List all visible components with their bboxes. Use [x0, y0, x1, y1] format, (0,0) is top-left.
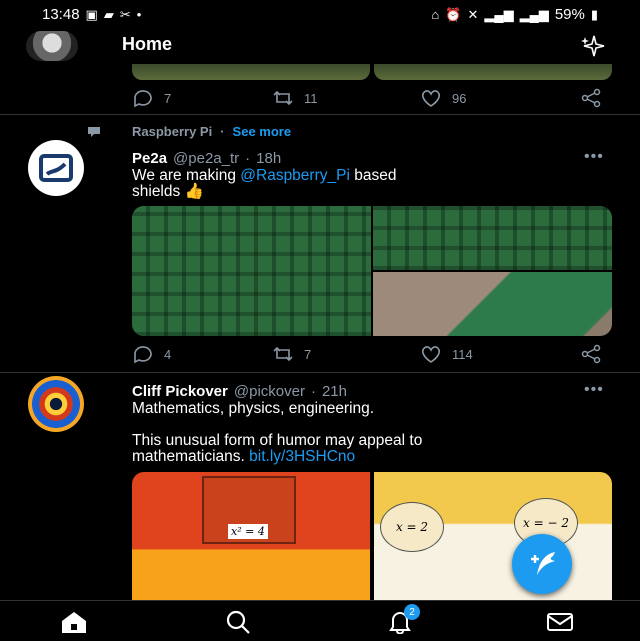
heart-icon: [421, 90, 441, 107]
comic-equation-2: x = 2: [380, 502, 444, 552]
social-context: Raspberry Pi · See more: [86, 124, 291, 139]
reply-count: 4: [164, 346, 172, 362]
home-icon: [62, 612, 86, 633]
mute-icon: ✕: [467, 6, 479, 22]
more-options-icon[interactable]: •••: [584, 148, 612, 165]
pe2a-logo-icon: [39, 154, 73, 182]
alarm-icon: ⏰: [445, 6, 462, 22]
previous-media-left: [132, 64, 370, 80]
like-count: 114: [452, 346, 473, 362]
nav-home[interactable]: [58, 609, 90, 635]
like-action[interactable]: 96: [420, 88, 580, 108]
tools-notification-icon: ✂: [119, 6, 131, 22]
tweet-text-line1: Mathematics, physics, engineering.: [132, 400, 375, 417]
nav-search[interactable]: [222, 609, 254, 635]
mention-link[interactable]: @Raspberry_Pi: [240, 167, 350, 184]
reply-icon: [134, 346, 152, 364]
share-icon: [581, 88, 601, 108]
top-bar: Home: [0, 28, 640, 64]
media-image-1[interactable]: [132, 206, 371, 336]
reply-icon: [134, 90, 152, 108]
like-count: 96: [452, 90, 467, 106]
notifications-badge: 2: [404, 604, 420, 620]
divider: [0, 372, 640, 373]
topic-icon: [88, 126, 100, 137]
retweet-icon: [273, 90, 293, 106]
page-title: Home: [122, 34, 173, 54]
tweet-link[interactable]: bit.ly/3HSHCno: [249, 448, 355, 465]
share-icon: [581, 344, 601, 364]
like-action[interactable]: 114: [420, 344, 580, 364]
comic-equation-1: x² = 4: [228, 524, 268, 539]
status-right: ⌂ ⏰ ✕ ▂▄▆ ▂▄▆ 59% ▮: [431, 6, 598, 23]
retweet-action[interactable]: 7: [272, 344, 420, 364]
see-more-link[interactable]: See more: [233, 124, 292, 139]
status-bar: 13:48 ▣ ▰ ✂ • ⌂ ⏰ ✕ ▂▄▆ ▂▄▆ 59% ▮: [0, 0, 640, 28]
tweet-header: Cliff Pickover @pickover · 21h: [132, 383, 347, 400]
sparkle-icon[interactable]: [580, 34, 608, 58]
battery-icon: ▮: [590, 6, 598, 22]
reply-action[interactable]: 4: [132, 344, 272, 364]
previous-media-right: [374, 64, 612, 80]
context-separator: ·: [220, 124, 225, 139]
message-notification-icon: ▰: [103, 6, 114, 22]
feather-plus-icon: [531, 552, 555, 575]
topic-label[interactable]: Raspberry Pi: [132, 124, 212, 139]
author-name[interactable]: Pe2a: [132, 150, 167, 167]
bottom-navigation: [0, 600, 640, 641]
divider: [0, 114, 640, 115]
author-handle[interactable]: @pickover: [234, 383, 305, 400]
search-icon: [226, 610, 250, 634]
previous-tweet-media[interactable]: [132, 64, 612, 80]
tweet-time[interactable]: 21h: [322, 383, 347, 400]
tweet-header: Pe2a @pe2a_tr · 18h: [132, 150, 281, 167]
pe2a-avatar[interactable]: [28, 140, 84, 196]
pickover-avatar[interactable]: [28, 376, 84, 432]
media-image-3[interactable]: [373, 272, 612, 336]
author-handle[interactable]: @pe2a_tr: [173, 150, 239, 167]
profile-avatar[interactable]: [26, 31, 78, 61]
tweet-text-line2: This unusual form of humor may appeal to…: [132, 433, 612, 465]
retweet-count: 11: [304, 90, 318, 106]
previous-tweet-actions: 7 11 96: [132, 88, 612, 108]
tweet-actions: 4 7 114: [132, 344, 612, 364]
compose-tweet-button[interactable]: [512, 534, 572, 594]
header-separator: ·: [310, 383, 316, 400]
reply-action[interactable]: 7: [132, 88, 272, 108]
comic-panel-right[interactable]: x = 2 x = − 2: [374, 472, 612, 600]
share-action[interactable]: [580, 88, 602, 108]
more-options-icon[interactable]: •••: [584, 381, 612, 398]
mail-icon: [547, 613, 573, 631]
retweet-icon: [273, 346, 293, 362]
nav-messages[interactable]: [544, 609, 576, 635]
tweet-text: We are making @Raspberry_Pi based shield…: [132, 168, 612, 200]
retweet-action[interactable]: 11: [272, 88, 420, 108]
home-status-icon: ⌂: [431, 6, 440, 22]
battery-percent: 59%: [554, 5, 585, 23]
header-separator: ·: [245, 150, 251, 167]
retweet-count: 7: [304, 346, 312, 362]
reply-count: 7: [164, 90, 172, 106]
tweet-time[interactable]: 18h: [256, 150, 281, 167]
tweet-media-grid[interactable]: [132, 206, 612, 336]
signal-2-icon: ▂▄▆: [519, 6, 549, 22]
gallery-notification-icon: ▣: [85, 6, 98, 22]
share-action[interactable]: [580, 344, 602, 364]
clock: 13:48: [42, 5, 80, 23]
signal-icon: ▂▄▆: [484, 6, 514, 22]
media-image-2[interactable]: [373, 206, 612, 270]
tweet-text-start: We are making: [132, 167, 241, 184]
author-name[interactable]: Cliff Pickover: [132, 383, 228, 400]
comic-panel-left[interactable]: x² = 4: [132, 472, 370, 600]
status-left: 13:48 ▣ ▰ ✂ •: [42, 6, 141, 23]
dot-icon: •: [136, 6, 142, 22]
heart-icon: [421, 346, 441, 363]
